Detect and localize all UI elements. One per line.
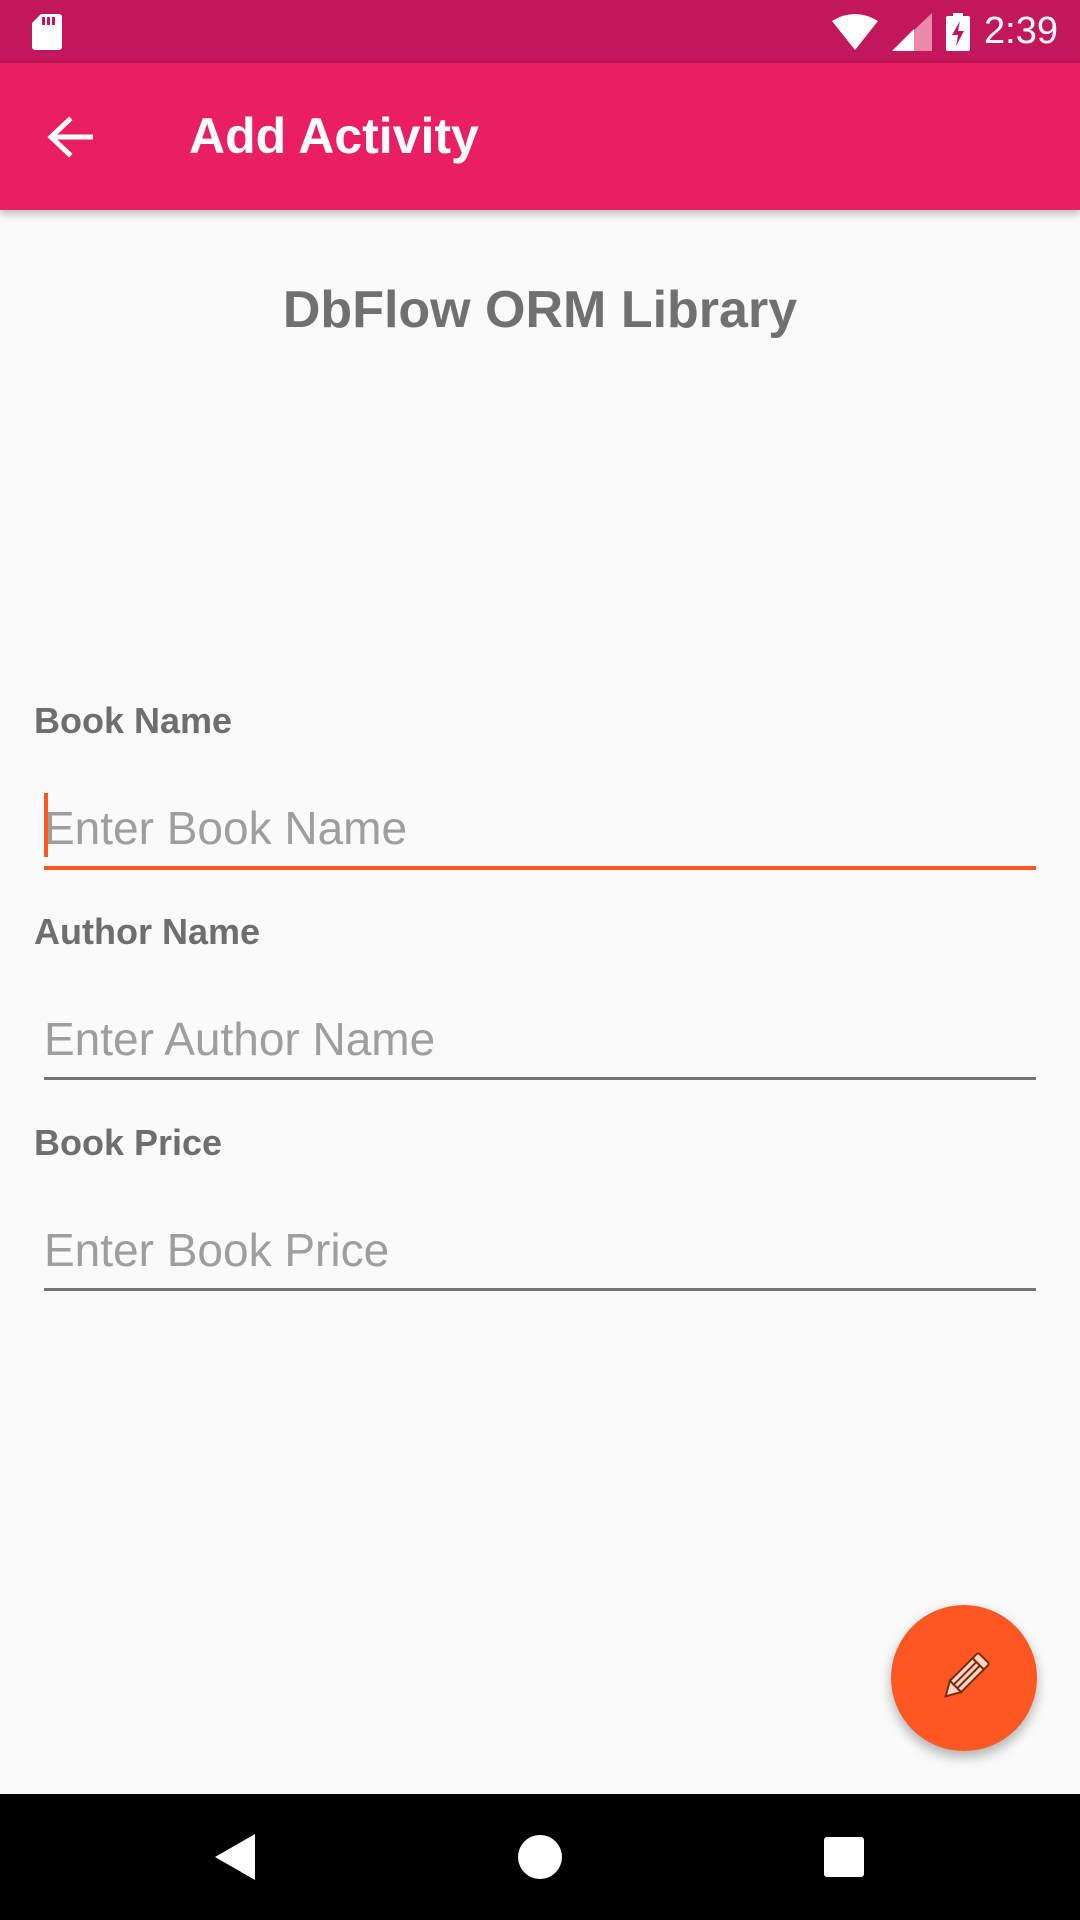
nav-back-button[interactable]	[202, 1824, 268, 1890]
library-heading: DbFlow ORM Library	[282, 281, 798, 339]
screen: 2:39 Add Activity DbFlow ORM Library Boo…	[0, 0, 1080, 1920]
status-bar: 2:39	[0, 0, 1080, 63]
status-icons: 2:39	[832, 0, 1058, 63]
book-name-label: Book Name	[34, 700, 233, 741]
signal-icon	[892, 12, 933, 51]
text-cursor	[44, 793, 48, 857]
book-price-label: Book Price	[34, 1122, 223, 1163]
edit-fab-button[interactable]	[891, 1605, 1037, 1751]
app-bar: Add Activity	[0, 63, 1080, 210]
pencil-icon	[944, 1652, 990, 1698]
author-name-label: Author Name	[34, 911, 261, 952]
home-circle-icon	[518, 1835, 562, 1879]
author-name-input[interactable]	[44, 1001, 1036, 1080]
recents-square-icon	[824, 1837, 864, 1877]
back-button[interactable]	[32, 99, 108, 175]
book-price-input[interactable]	[44, 1212, 1036, 1291]
status-time: 2:39	[984, 10, 1058, 52]
arrow-back-icon	[47, 116, 93, 158]
navigation-bar	[0, 1794, 1080, 1920]
nav-recents-button[interactable]	[811, 1824, 877, 1890]
back-triangle-icon	[215, 1834, 255, 1880]
page-title: Add Activity	[189, 108, 479, 164]
wifi-icon	[832, 13, 879, 50]
book-name-input[interactable]	[44, 790, 1036, 870]
sd-card-icon	[32, 14, 62, 50]
battery-charging-icon	[946, 12, 971, 51]
nav-home-button[interactable]	[507, 1824, 573, 1890]
